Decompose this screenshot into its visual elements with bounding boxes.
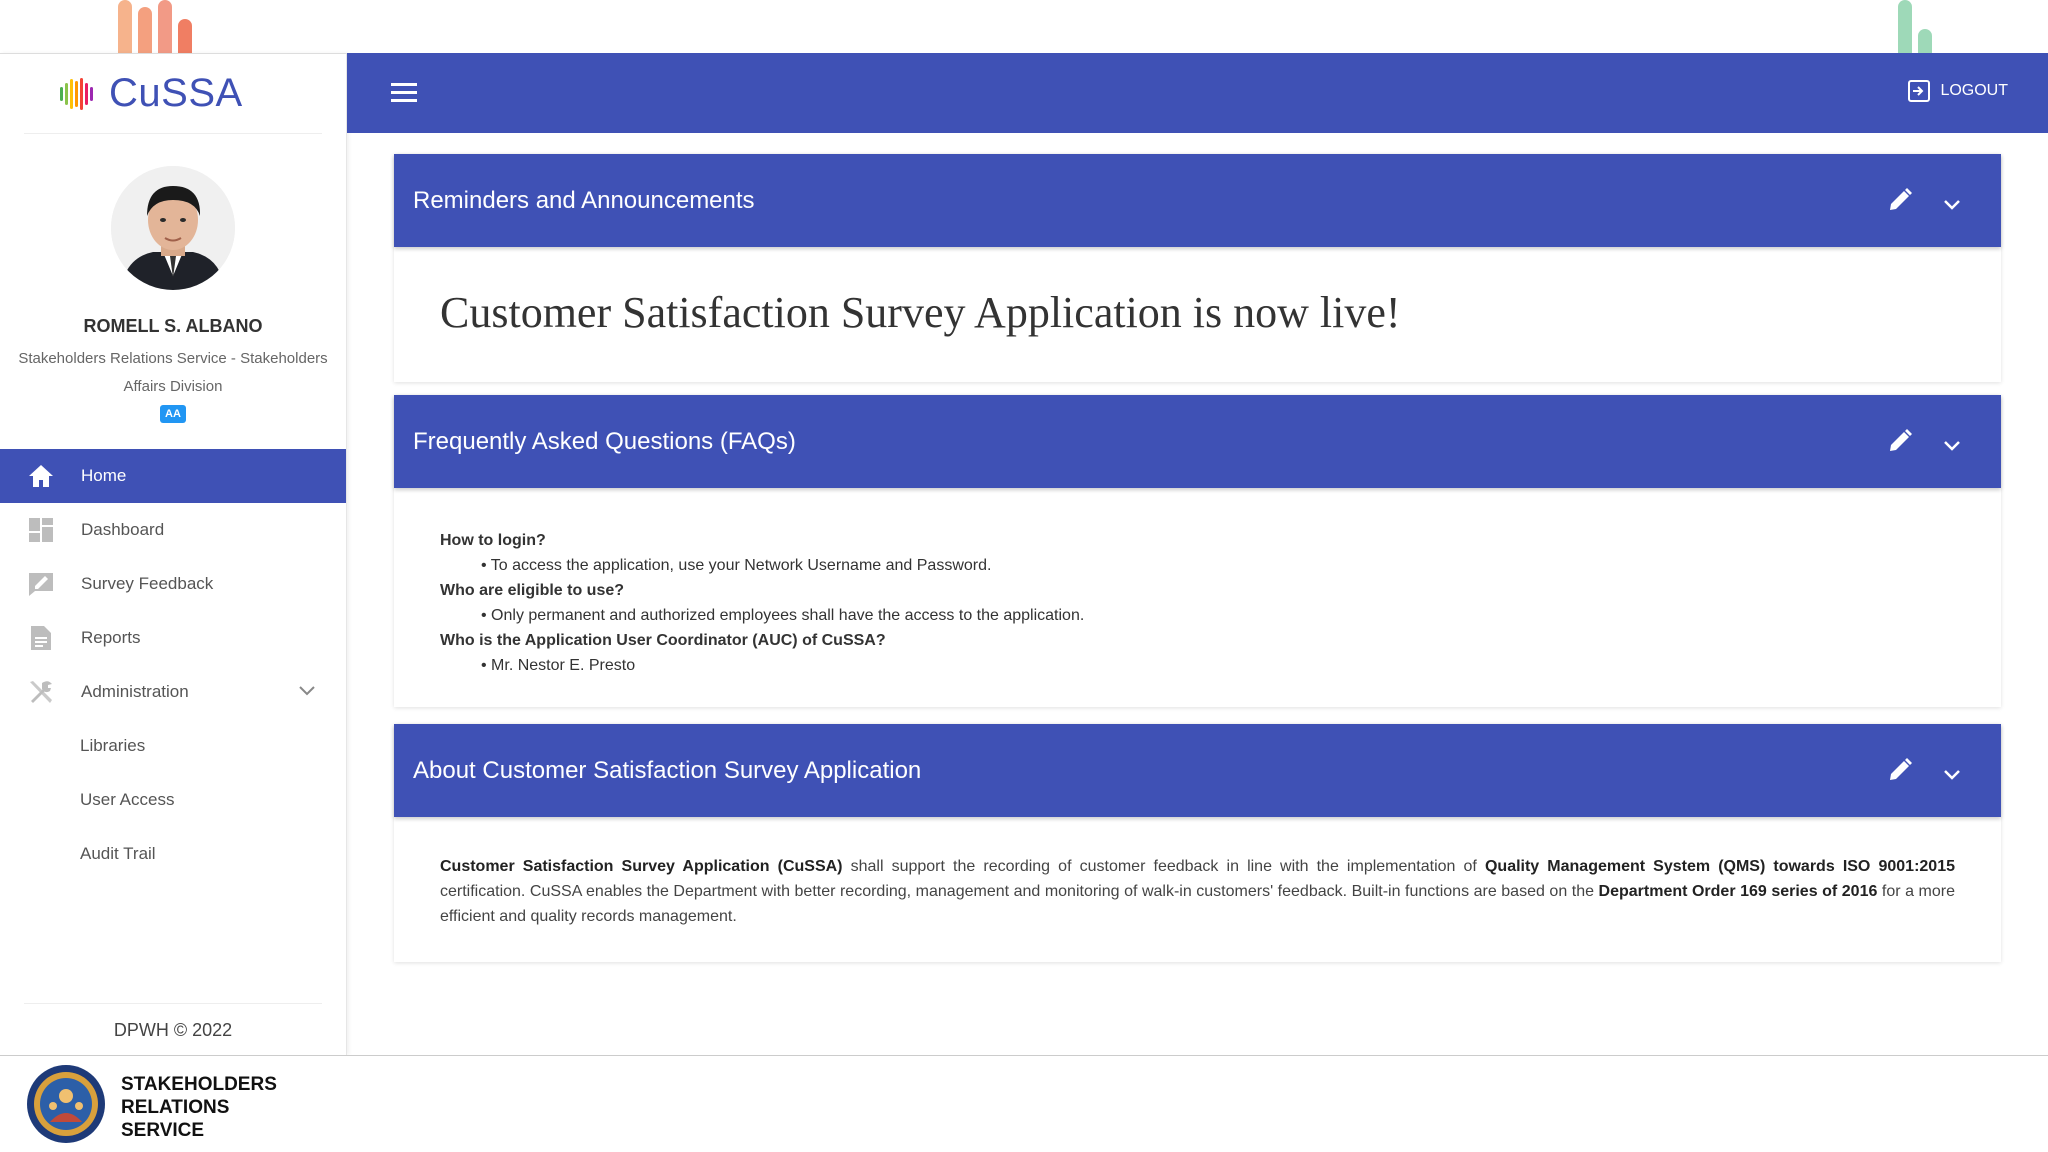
nav-label-survey-feedback: Survey Feedback — [81, 574, 214, 593]
nav-label-home: Home — [81, 466, 127, 485]
about-text-1: shall support the recording of customer … — [842, 858, 1485, 875]
feedback-icon — [26, 569, 56, 599]
faq-answer: • Only permanent and authorized employee… — [481, 607, 1085, 624]
sidebar-footer: DPWH © 2022 — [24, 1003, 322, 1041]
app-bar: LOGOUT — [347, 53, 2048, 133]
chevron-down-icon[interactable] — [1943, 760, 1961, 788]
nav-label-dashboard: Dashboard — [81, 520, 165, 539]
main-nav: Home Dashboard Survey Feedback Reports A… — [0, 449, 346, 881]
home-icon — [26, 461, 56, 491]
faq-question: How to login? — [440, 532, 546, 549]
about-card: About Customer Satisfaction Survey Appli… — [394, 724, 2001, 962]
faq-title: Frequently Asked Questions (FAQs) — [413, 427, 796, 455]
reminders-title: Reminders and Announcements — [413, 186, 755, 214]
faq-card: Frequently Asked Questions (FAQs) How to… — [394, 395, 2001, 707]
faq-question: Who is the Application User Coordinator … — [440, 632, 886, 649]
faq-card-header: Frequently Asked Questions (FAQs) — [394, 395, 2001, 488]
decorative-bars-right — [1898, 0, 1932, 53]
logout-label: LOGOUT — [1940, 82, 2008, 99]
org-line-1: STAKEHOLDERS — [121, 1074, 277, 1095]
org-name: STAKEHOLDERS RELATIONS SERVICE — [121, 1073, 277, 1142]
org-line-2: RELATIONS — [121, 1097, 230, 1118]
dashboard-icon — [26, 515, 56, 545]
tools-icon — [26, 677, 56, 707]
user-name: ROMELL S. ALBANO — [83, 316, 263, 336]
nav-label-reports: Reports — [81, 628, 141, 647]
about-card-header: About Customer Satisfaction Survey Appli… — [394, 724, 2001, 817]
nav-item-administration[interactable]: Administration — [0, 665, 346, 719]
nav-subitem-libraries[interactable]: Libraries — [0, 719, 346, 773]
nav-item-dashboard[interactable]: Dashboard — [0, 503, 346, 557]
edit-icon[interactable] — [1887, 428, 1913, 461]
top-decoration — [0, 0, 2048, 53]
role-badge: AA — [160, 405, 186, 423]
sidebar: CuSSA ROMELL S. ALBANO Stakeholders Rela… — [0, 53, 347, 1055]
faq-answer: • To access the application, use your Ne… — [481, 557, 992, 574]
nav-subitem-user-access[interactable]: User Access — [0, 773, 346, 827]
logout-button[interactable]: LOGOUT — [1908, 80, 2008, 102]
faq-list: How to login? • To access the applicatio… — [394, 488, 2001, 678]
nav-item-survey-feedback[interactable]: Survey Feedback — [0, 557, 346, 611]
org-line-3: SERVICE — [121, 1120, 205, 1141]
about-bold-2: Quality Management System (QMS) towards … — [1484, 858, 1955, 875]
chevron-down-icon[interactable] — [298, 682, 316, 702]
reminders-card: Reminders and Announcements Customer Sat… — [394, 154, 2001, 382]
nav-subitem-audit-trail[interactable]: Audit Trail — [0, 827, 346, 881]
user-department: Stakeholders Relations Service - Stakeho… — [18, 350, 328, 395]
menu-icon[interactable] — [391, 83, 417, 108]
about-bold-1: Customer Satisfaction Survey Application… — [440, 858, 843, 875]
nav-item-home[interactable]: Home — [0, 449, 346, 503]
about-bold-3: Department Order 169 series of 2016 — [1598, 883, 1878, 900]
document-icon — [26, 623, 56, 653]
faq-answer: • Mr. Nestor E. Presto — [481, 657, 636, 674]
app-logo-icon — [60, 77, 93, 110]
chevron-down-icon[interactable] — [1943, 190, 1961, 218]
nav-label-administration: Administration — [81, 682, 189, 701]
logout-icon — [1908, 80, 1931, 102]
edit-icon[interactable] — [1887, 757, 1913, 790]
about-text: Customer Satisfaction Survey Application… — [394, 817, 2001, 929]
nav-item-reports[interactable]: Reports — [0, 611, 346, 665]
user-profile: ROMELL S. ALBANO Stakeholders Relations … — [0, 134, 346, 423]
page-footer: STAKEHOLDERS RELATIONS SERVICE — [0, 1055, 2048, 1152]
brand[interactable]: CuSSA — [24, 54, 322, 134]
announcement-text: Customer Satisfaction Survey Application… — [440, 288, 1401, 337]
decorative-bars-left — [118, 0, 192, 53]
app-name: CuSSA — [109, 71, 243, 115]
faq-question: Who are eligible to use? — [440, 582, 625, 599]
chevron-down-icon[interactable] — [1943, 431, 1961, 459]
avatar — [111, 166, 235, 290]
about-title: About Customer Satisfaction Survey Appli… — [413, 756, 922, 784]
reminders-card-header: Reminders and Announcements — [394, 154, 2001, 247]
edit-icon[interactable] — [1887, 187, 1913, 220]
about-text-2: certification. CuSSA enables the Departm… — [440, 883, 1599, 900]
srs-seal-icon — [26, 1064, 106, 1144]
